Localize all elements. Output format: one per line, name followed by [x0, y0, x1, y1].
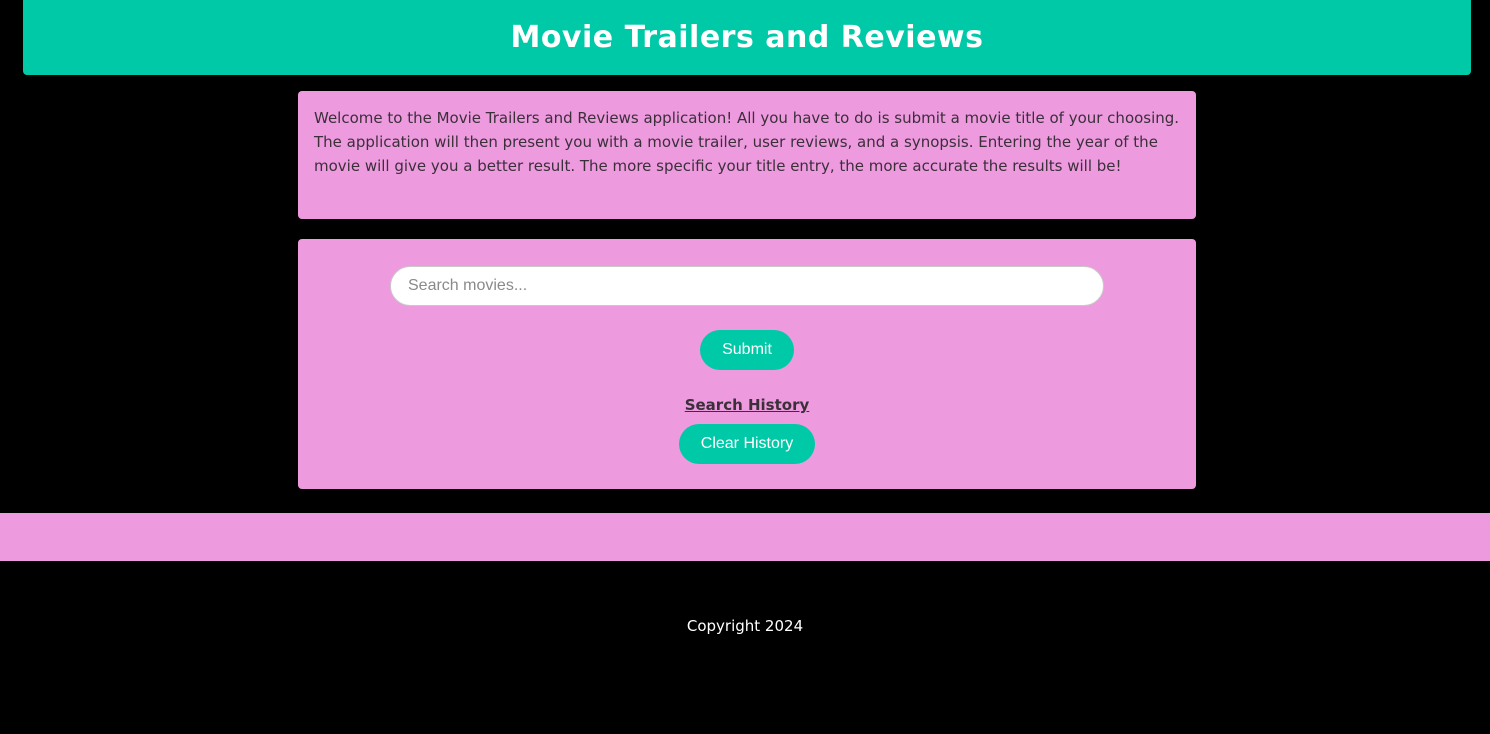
results-area [0, 513, 1490, 561]
intro-panel: Welcome to the Movie Trailers and Review… [298, 91, 1196, 219]
search-panel: Submit Search History Clear History [298, 239, 1196, 489]
page-title: Movie Trailers and Reviews [510, 20, 984, 55]
submit-button[interactable]: Submit [700, 330, 794, 370]
footer: Copyright 2024 [0, 617, 1490, 635]
search-input[interactable] [390, 266, 1104, 306]
page-header: Movie Trailers and Reviews [23, 0, 1471, 75]
clear-history-button[interactable]: Clear History [679, 424, 815, 464]
intro-text: Welcome to the Movie Trailers and Review… [314, 109, 1180, 175]
search-history-title: Search History [684, 396, 810, 414]
copyright-text: Copyright 2024 [686, 617, 804, 635]
